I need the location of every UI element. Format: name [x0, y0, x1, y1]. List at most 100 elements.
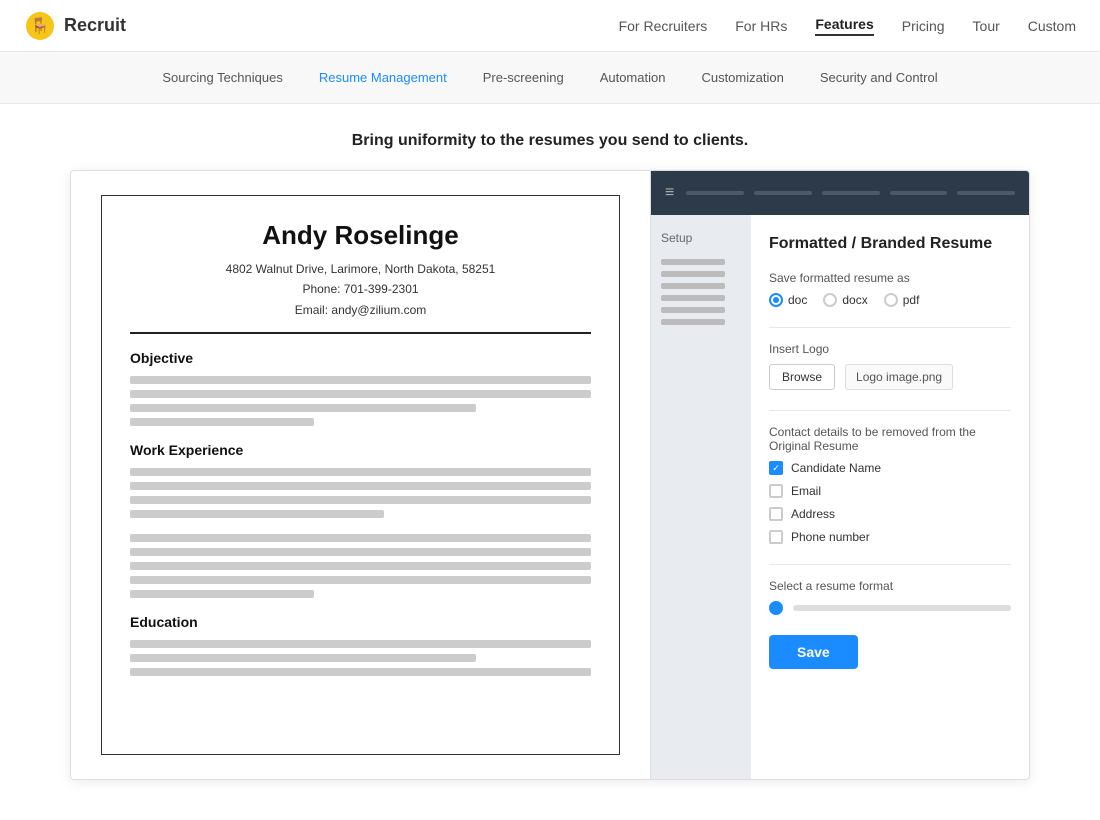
panel-sidebar: Setup	[651, 215, 751, 779]
nav-for-recruiters[interactable]: For Recruiters	[619, 18, 708, 34]
radio-dot-pdf	[884, 293, 898, 307]
svg-text:🪑: 🪑	[30, 16, 50, 35]
work-lines	[130, 468, 591, 518]
line	[130, 654, 476, 662]
resume-format-section: Select a resume format	[769, 579, 1011, 615]
sub-nav: Sourcing Techniques Resume Management Pr…	[0, 52, 1100, 104]
subnav-prescreening[interactable]: Pre-screening	[483, 70, 564, 85]
resume-format-label: Select a resume format	[769, 579, 1011, 593]
checkbox-email[interactable]: Email	[769, 484, 1011, 498]
line	[130, 496, 591, 504]
sidebar-lines	[661, 259, 741, 325]
format-row	[769, 601, 1011, 615]
sidebar-line	[661, 319, 725, 325]
top-nav: 🪑 Recruit For Recruiters For HRs Feature…	[0, 0, 1100, 52]
bar-line	[822, 191, 880, 195]
radio-docx[interactable]: docx	[823, 293, 867, 307]
logo-row: Browse Logo image.png	[769, 364, 1011, 390]
resume-name: Andy Roselinge	[130, 220, 591, 251]
panel-form: Formatted / Branded Resume Save formatte…	[751, 215, 1029, 779]
line	[130, 404, 476, 412]
resume-preview: Andy Roselinge 4802 Walnut Drive, Larimo…	[71, 171, 651, 779]
radio-dot-docx	[823, 293, 837, 307]
nav-features[interactable]: Features	[815, 16, 873, 36]
subnav-resume-management[interactable]: Resume Management	[319, 70, 447, 85]
line	[130, 590, 314, 598]
logo-area: 🪑 Recruit	[24, 10, 126, 42]
radio-doc[interactable]: doc	[769, 293, 807, 307]
bar-line	[890, 191, 948, 195]
checkbox-box-name	[769, 461, 783, 475]
insert-logo-section: Insert Logo Browse Logo image.png	[769, 342, 1011, 390]
hamburger-icon: ≡	[665, 184, 674, 202]
hero-title: Bring uniformity to the resumes you send…	[24, 132, 1076, 150]
save-button[interactable]: Save	[769, 635, 858, 669]
recruit-logo-icon: 🪑	[24, 10, 56, 42]
subnav-automation[interactable]: Automation	[600, 70, 666, 85]
top-nav-links: For Recruiters For HRs Features Pricing …	[619, 16, 1076, 36]
line	[130, 640, 591, 648]
line	[130, 576, 591, 584]
line	[130, 482, 591, 490]
line	[130, 418, 314, 426]
radio-pdf[interactable]: pdf	[884, 293, 920, 307]
checkbox-group: Candidate Name Email Address	[769, 461, 1011, 544]
sidebar-setup-label: Setup	[661, 231, 741, 245]
resume-inner: Andy Roselinge 4802 Walnut Drive, Larimo…	[101, 195, 620, 755]
format-line	[793, 605, 1011, 611]
sidebar-line	[661, 283, 725, 289]
save-as-section: Save formatted resume as doc docx	[769, 271, 1011, 307]
bar-line	[754, 191, 812, 195]
sidebar-line	[661, 271, 725, 277]
logo-text: Recruit	[64, 15, 126, 36]
resume-address: 4802 Walnut Drive, Larimore, North Dakot…	[130, 259, 591, 279]
subnav-security[interactable]: Security and Control	[820, 70, 938, 85]
save-as-radio-group: doc docx pdf	[769, 293, 1011, 307]
hero-section: Bring uniformity to the resumes you send…	[0, 104, 1100, 170]
header-bar-lines	[686, 191, 1015, 195]
contact-removal-label: Contact details to be removed from the O…	[769, 425, 1011, 453]
radio-dot-doc	[769, 293, 783, 307]
line	[130, 376, 591, 384]
bar-line	[686, 191, 744, 195]
nav-pricing[interactable]: Pricing	[902, 18, 945, 34]
content-wrapper: Andy Roselinge 4802 Walnut Drive, Larimo…	[70, 170, 1030, 780]
form-divider-2	[769, 410, 1011, 411]
form-divider-1	[769, 327, 1011, 328]
bar-line	[957, 191, 1015, 195]
checkbox-candidate-name[interactable]: Candidate Name	[769, 461, 1011, 475]
resume-section-objective: Objective	[130, 350, 591, 366]
browse-button[interactable]: Browse	[769, 364, 835, 390]
nav-for-hrs[interactable]: For HRs	[735, 18, 787, 34]
line	[130, 548, 591, 556]
logo-filename: Logo image.png	[845, 364, 953, 390]
resume-divider	[130, 332, 591, 334]
education-lines	[130, 640, 591, 676]
form-divider-3	[769, 564, 1011, 565]
panel-header-bar: ≡	[651, 171, 1029, 215]
resume-email: Email: andy@zilium.com	[130, 300, 591, 320]
subnav-customization[interactable]: Customization	[701, 70, 783, 85]
sidebar-line	[661, 295, 725, 301]
checkbox-box-phone	[769, 530, 783, 544]
resume-contact: 4802 Walnut Drive, Larimore, North Dakot…	[130, 259, 591, 320]
panel-body: Setup Formatted / Branded Resume	[651, 215, 1029, 779]
sidebar-line	[661, 259, 725, 265]
save-as-label: Save formatted resume as	[769, 271, 1011, 285]
checkbox-address[interactable]: Address	[769, 507, 1011, 521]
nav-custom[interactable]: Custom	[1028, 18, 1076, 34]
insert-logo-label: Insert Logo	[769, 342, 1011, 356]
subnav-sourcing[interactable]: Sourcing Techniques	[162, 70, 282, 85]
line	[130, 468, 591, 476]
main-content: Andy Roselinge 4802 Walnut Drive, Larimo…	[0, 170, 1100, 820]
format-dot	[769, 601, 783, 615]
line	[130, 562, 591, 570]
checkbox-box-address	[769, 507, 783, 521]
checkbox-phone[interactable]: Phone number	[769, 530, 1011, 544]
objective-lines	[130, 376, 591, 426]
sidebar-line	[661, 307, 725, 313]
nav-tour[interactable]: Tour	[973, 18, 1000, 34]
contact-removal-section: Contact details to be removed from the O…	[769, 425, 1011, 544]
resume-section-education: Education	[130, 614, 591, 630]
form-title: Formatted / Branded Resume	[769, 235, 1011, 253]
